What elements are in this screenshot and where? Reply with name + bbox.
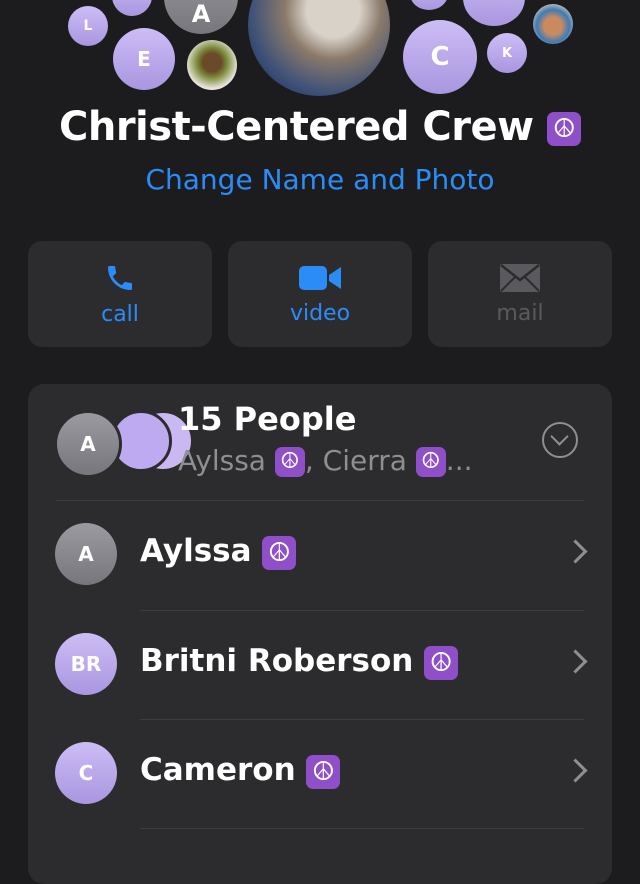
member-name: Cameron ☮ — [140, 752, 341, 789]
avatar-initial: K — [501, 45, 513, 61]
group-name-title: Christ-Centered Crew ☮ — [0, 104, 640, 150]
people-count-title: 15 People — [178, 400, 357, 438]
peace-symbol-icon: ☮ — [262, 535, 297, 570]
chevron-right-icon — [563, 758, 588, 783]
change-name-photo-link[interactable]: Change Name and Photo — [0, 163, 640, 196]
avatar-bubble-partial — [410, 0, 448, 10]
group-photo — [248, 0, 390, 96]
avatar-bubble-partial — [463, 0, 525, 26]
member-avatar: C — [55, 742, 117, 804]
video-button[interactable]: video — [228, 241, 412, 347]
member-name-text: Britni Roberson — [140, 643, 414, 679]
peace-symbol-icon: ☮ — [306, 754, 341, 789]
avatar-stack-front: A — [54, 410, 122, 478]
call-button[interactable]: call — [28, 241, 212, 347]
avatar-bubble-a: A — [164, 0, 238, 34]
avatar-bubble-partial — [112, 0, 152, 16]
member-name: Britni Roberson ☮ — [140, 643, 459, 680]
group-name-text: Christ-Centered Crew — [58, 104, 534, 150]
avatar-initial: E — [137, 47, 151, 71]
avatar-initial: A — [191, 0, 211, 28]
phone-icon — [108, 265, 132, 290]
chevron-right-icon — [563, 649, 588, 674]
group-members-summary-row[interactable]: A 15 People Aylssa ☮, Cierra ☮... — [28, 384, 612, 500]
peace-symbol-icon: ☮ — [274, 447, 305, 477]
mail-button[interactable]: mail — [428, 241, 612, 347]
people-preview: Aylssa ☮, Cierra ☮... — [178, 444, 473, 477]
avatar-initial: A — [78, 542, 94, 566]
member-avatar: BR — [55, 633, 117, 695]
envelope-icon — [500, 263, 540, 292]
member-name-text: Aylssa — [140, 533, 252, 569]
mail-label: mail — [496, 300, 544, 326]
avatar-bubble-e: E — [113, 28, 175, 90]
peace-symbol-icon: ☮ — [415, 447, 446, 477]
change-name-photo-label: Change Name and Photo — [145, 163, 495, 196]
preview-name: , Cierra — [304, 444, 407, 477]
members-card: A 15 People Aylssa ☮, Cierra ☮... A Ayls… — [28, 384, 612, 884]
call-label: call — [101, 301, 139, 327]
avatar-bubble-c: C — [403, 20, 477, 94]
member-avatar: A — [55, 523, 117, 585]
member-name: Aylssa ☮ — [140, 533, 297, 570]
avatar-initial: L — [83, 18, 93, 34]
divider — [140, 828, 584, 829]
expand-chevron-icon[interactable] — [542, 422, 578, 458]
preview-name: Aylssa — [178, 444, 266, 477]
ellipsis: ... — [445, 444, 473, 477]
avatar-photo-man — [187, 40, 237, 90]
avatar-photo-woman — [533, 4, 573, 44]
avatar-bubble-l: L — [68, 6, 108, 46]
peace-symbol-icon: ☮ — [424, 645, 459, 680]
video-label: video — [289, 300, 351, 326]
avatar-bubble-k: K — [487, 33, 527, 73]
member-row[interactable]: BR Britni Roberson ☮ — [28, 611, 612, 719]
avatar-initial: C — [78, 761, 94, 785]
member-name-text: Cameron — [140, 752, 296, 788]
chevron-right-icon — [563, 539, 588, 564]
avatar-initial: BR — [70, 652, 102, 676]
avatar-initial: A — [80, 432, 96, 456]
peace-symbol-icon: ☮ — [547, 112, 582, 146]
avatar-initial: C — [430, 42, 450, 72]
member-row[interactable]: A Aylssa ☮ — [28, 501, 612, 609]
member-row[interactable]: C Cameron ☮ — [28, 720, 612, 828]
video-camera-icon — [299, 265, 341, 290]
